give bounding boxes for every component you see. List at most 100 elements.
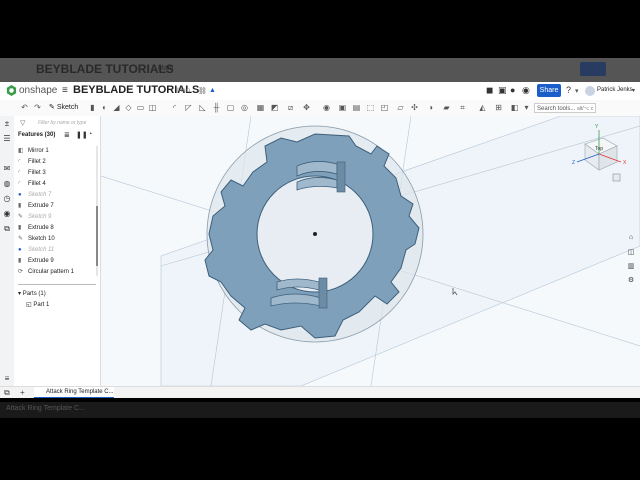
feature-item[interactable]: ◜ Fillet 4 [18,179,98,190]
tools-panel-icon[interactable]: ⚙ [626,276,636,286]
feature-item[interactable]: ● Sketch 11 [18,245,98,256]
feature-label: Circular pattern 1 [28,269,75,275]
frame-tool-icon[interactable]: ⌗ [458,103,467,112]
appearance-icon[interactable]: ◍ [2,179,12,189]
configurations-icon[interactable]: ⧉ [2,224,12,234]
feature-item[interactable]: ✎ Sketch 9 [18,212,98,223]
modify-fillet-icon[interactable]: ▣ [338,103,347,112]
pattern-icon: ⟳ [18,269,24,275]
help-chevron-down-icon[interactable]: ▾ [575,87,579,95]
onshape-logo-icon[interactable] [6,85,17,96]
undo-icon[interactable]: ↶ [20,103,29,112]
sheet-metal-icon[interactable]: ▰ [442,103,451,112]
help-button[interactable]: ? [566,85,571,95]
model-canvas[interactable]: Top Y Z X [101,116,640,386]
boolean-tool-icon[interactable]: ◩ [270,103,279,112]
part-item[interactable]: ◱ Part 1 [26,301,49,308]
features-header[interactable]: Features (30) [18,132,55,138]
feature-item[interactable]: ▮ Extrude 9 [18,256,98,267]
feature-item[interactable]: ◧ Mirror 1 [18,146,98,157]
sketch-button[interactable]: ✎ Sketch [49,103,78,111]
feature-item[interactable]: ⟳ Circular pattern 1 [18,267,98,278]
panel-divider[interactable] [18,284,96,285]
part-label: Part 1 [33,302,50,308]
thicken-tool-icon[interactable]: ▭ [136,103,145,112]
app-store-icon[interactable]: ▣ [498,85,507,96]
timer-icon[interactable]: ◔ [88,131,92,138]
link-icon[interactable]: ⛓ [198,87,207,95]
feature-filter-input[interactable]: ▽ Filter by name or type [18,119,96,129]
render-mode-icon[interactable]: ▾ [522,103,531,112]
graphics-viewport[interactable]: Top Y Z X ⌂ ◫ ▥ ⚙ — ▤ ▭ [101,116,640,386]
delete-part-icon[interactable]: ◉ [322,103,331,112]
feature-item[interactable]: ● Sketch 7 [18,190,98,201]
hide-panel-icon[interactable]: ≡ [2,374,12,384]
transform-tool-icon[interactable]: ✥ [302,103,311,112]
menu-icon[interactable]: ≡ [62,85,68,96]
draft-tool-icon[interactable]: ◺ [198,103,207,112]
globe-icon[interactable]: ◉ [522,85,530,96]
user-name[interactable]: Patrick Jenks [597,87,633,93]
user-menu-chevron-down-icon[interactable]: ▾ [632,87,635,94]
feature-item[interactable]: ▮ Extrude 8 [18,223,98,234]
section-view-icon[interactable]: ◧ [510,103,519,112]
pause-icon[interactable]: ❚❚ [76,131,88,139]
mirror-icon: ◧ [18,148,24,154]
parts-header[interactable]: ▾ Parts (1) [18,290,46,297]
named-views-icon[interactable]: ◫ [626,248,636,258]
chamfer-tool-icon[interactable]: ◸ [184,103,193,112]
revolve-tool-icon[interactable]: ◐ [100,103,109,112]
graduation-cap-icon[interactable]: ▲ [209,87,216,94]
filter-icon[interactable]: ☰ [2,134,12,144]
tab-manager-icon[interactable]: ⧉ [4,388,10,398]
parts-header-label: Parts (1) [22,291,46,297]
helix-tool-icon[interactable]: ◑ [426,103,435,112]
linear-pattern-icon[interactable]: ▦ [256,103,265,112]
feature-list-scrollbar[interactable] [96,146,98,276]
measure-tool-icon[interactable]: ⊞ [494,103,503,112]
plane-tool-icon[interactable]: ▱ [396,103,405,112]
brand-name[interactable]: onshape [19,85,57,96]
scrollbar-thumb[interactable] [96,206,98,266]
section-icon[interactable]: ▥ [626,262,636,272]
feature-item[interactable]: ◜ Fillet 3 [18,168,98,179]
enclose-tool-icon[interactable]: ◫ [148,103,157,112]
shell-tool-icon[interactable]: ▢ [226,103,235,112]
user-avatar[interactable] [585,86,595,96]
sweep-tool-icon[interactable]: ◢ [112,103,121,112]
collapse-icon[interactable]: ≣ [64,131,70,139]
display-states-icon[interactable]: ⌂ [626,234,636,244]
search-tools-input[interactable]: Search tools... alt/⌥ c [534,103,596,113]
history-icon[interactable]: ◷ [2,194,12,204]
branch-label[interactable]: Main [177,88,190,94]
loft-tool-icon[interactable]: ◇ [124,103,133,112]
feature-item[interactable]: ✎ Sketch 10 [18,234,98,245]
view-cube-menu-icon[interactable] [612,173,621,182]
feature-item[interactable]: ◜ Fillet 2 [18,157,98,168]
delete-face-icon[interactable]: ▤ [352,103,361,112]
search-shortcut-badge: alt/⌥ c [577,106,594,112]
extrude-tool-icon[interactable]: ▮ [88,103,97,112]
replace-face-icon[interactable]: ◰ [380,103,389,112]
hole-tool-icon[interactable]: ◎ [240,103,249,112]
part-studio-tab[interactable]: Attack Ring Template C... [34,387,114,398]
feature-item[interactable]: ▮ Extrude 7 [18,201,98,212]
notifications-icon[interactable]: ◼ [486,85,493,96]
extrude-icon: ▮ [18,203,22,209]
learning-icon[interactable]: ● [510,85,515,95]
feature-label: Fillet 2 [28,159,46,165]
feature-label: Mirror 1 [28,148,49,154]
move-face-icon[interactable]: ⬚ [366,103,375,112]
surface-tool-icon[interactable]: ◭ [478,103,487,112]
rib-tool-icon[interactable]: ╫ [212,103,221,112]
variables-icon[interactable]: ± [2,119,12,129]
fillet-tool-icon[interactable]: ◜ [170,103,179,112]
properties-icon[interactable]: ◉ [2,209,12,219]
share-button[interactable]: Share [537,84,561,97]
comments-icon[interactable]: ✉ [2,164,12,174]
add-tab-icon[interactable]: + [20,388,25,397]
redo-icon[interactable]: ↷ [33,103,42,112]
split-tool-icon[interactable]: ⧄ [286,103,295,112]
mate-connector-icon[interactable]: ✣ [410,103,419,112]
origin-point[interactable] [313,232,317,236]
